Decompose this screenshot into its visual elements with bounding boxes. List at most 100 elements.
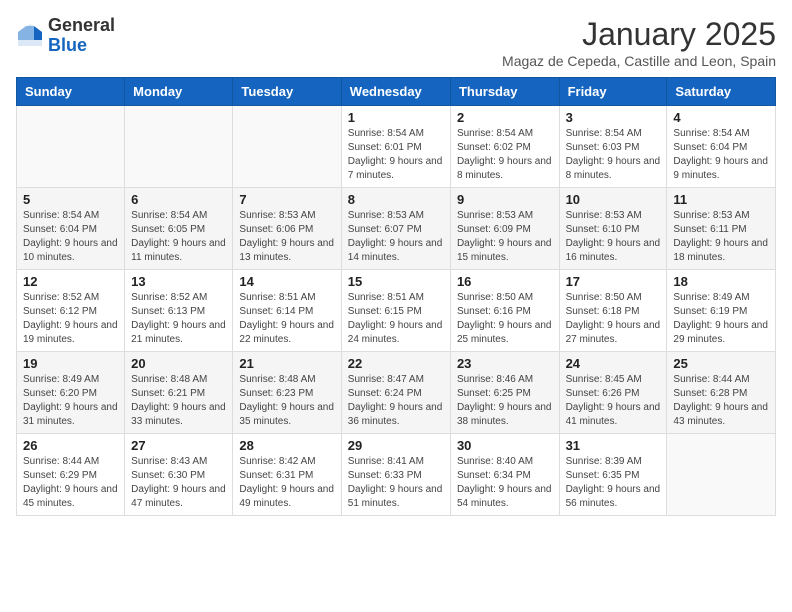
logo-general: General bbox=[48, 15, 115, 35]
day-number: 5 bbox=[23, 192, 118, 207]
calendar-cell: 16 Sunrise: 8:50 AM Sunset: 6:16 PM Dayli… bbox=[450, 270, 559, 352]
day-info: Sunrise: 8:53 AM Sunset: 6:06 PM Dayligh… bbox=[239, 209, 334, 265]
calendar-header-row: SundayMondayTuesdayWednesdayThursdayFrid… bbox=[17, 78, 776, 106]
calendar-cell: 10 Sunrise: 8:53 AM Sunset: 6:10 PM Dayli… bbox=[559, 188, 667, 270]
day-info: Sunrise: 8:42 AM Sunset: 6:31 PM Dayligh… bbox=[239, 455, 334, 511]
calendar-week-1: 1 Sunrise: 8:54 AM Sunset: 6:01 PM Daylig… bbox=[17, 106, 776, 188]
calendar-cell: 5 Sunrise: 8:54 AM Sunset: 6:04 PM Daylig… bbox=[17, 188, 125, 270]
day-info: Sunrise: 8:53 AM Sunset: 6:10 PM Dayligh… bbox=[566, 209, 661, 265]
day-number: 19 bbox=[23, 356, 118, 371]
calendar-week-5: 26 Sunrise: 8:44 AM Sunset: 6:29 PM Dayli… bbox=[17, 434, 776, 516]
day-info: Sunrise: 8:44 AM Sunset: 6:29 PM Dayligh… bbox=[23, 455, 118, 511]
day-header-monday: Monday bbox=[125, 78, 233, 106]
calendar-cell: 3 Sunrise: 8:54 AM Sunset: 6:03 PM Daylig… bbox=[559, 106, 667, 188]
logo-blue: Blue bbox=[48, 35, 87, 55]
day-number: 17 bbox=[566, 274, 661, 289]
calendar-cell: 4 Sunrise: 8:54 AM Sunset: 6:04 PM Daylig… bbox=[667, 106, 776, 188]
logo-text: General Blue bbox=[48, 16, 115, 56]
calendar-week-4: 19Sunrise: 8:49 AM Sunset: 6:20 PM Dayli… bbox=[17, 352, 776, 434]
calendar-cell bbox=[233, 106, 341, 188]
day-number: 9 bbox=[457, 192, 553, 207]
day-info: Sunrise: 8:50 AM Sunset: 6:16 PM Dayligh… bbox=[457, 291, 553, 347]
day-number: 8 bbox=[348, 192, 444, 207]
day-number: 27 bbox=[131, 438, 226, 453]
day-number: 14 bbox=[239, 274, 334, 289]
day-number: 10 bbox=[566, 192, 661, 207]
day-header-tuesday: Tuesday bbox=[233, 78, 341, 106]
day-info: Sunrise: 8:49 AM Sunset: 6:19 PM Dayligh… bbox=[673, 291, 769, 347]
day-info: Sunrise: 8:54 AM Sunset: 6:03 PM Dayligh… bbox=[566, 127, 661, 183]
calendar-cell bbox=[125, 106, 233, 188]
day-number: 2 bbox=[457, 110, 553, 125]
day-number: 12 bbox=[23, 274, 118, 289]
day-info: Sunrise: 8:45 AM Sunset: 6:26 PM Dayligh… bbox=[566, 373, 661, 429]
calendar-week-2: 5 Sunrise: 8:54 AM Sunset: 6:04 PM Daylig… bbox=[17, 188, 776, 270]
calendar-cell: 30Sunrise: 8:40 AM Sunset: 6:34 PM Dayli… bbox=[450, 434, 559, 516]
day-info: Sunrise: 8:51 AM Sunset: 6:15 PM Dayligh… bbox=[348, 291, 444, 347]
day-info: Sunrise: 8:46 AM Sunset: 6:25 PM Dayligh… bbox=[457, 373, 553, 429]
calendar-cell: 6 Sunrise: 8:54 AM Sunset: 6:05 PM Daylig… bbox=[125, 188, 233, 270]
day-number: 13 bbox=[131, 274, 226, 289]
day-number: 3 bbox=[566, 110, 661, 125]
day-info: Sunrise: 8:52 AM Sunset: 6:13 PM Dayligh… bbox=[131, 291, 226, 347]
calendar-cell: 29Sunrise: 8:41 AM Sunset: 6:33 PM Dayli… bbox=[341, 434, 450, 516]
day-number: 20 bbox=[131, 356, 226, 371]
day-info: Sunrise: 8:48 AM Sunset: 6:23 PM Dayligh… bbox=[239, 373, 334, 429]
day-info: Sunrise: 8:47 AM Sunset: 6:24 PM Dayligh… bbox=[348, 373, 444, 429]
day-info: Sunrise: 8:54 AM Sunset: 6:02 PM Dayligh… bbox=[457, 127, 553, 183]
calendar-cell: 14 Sunrise: 8:51 AM Sunset: 6:14 PM Dayli… bbox=[233, 270, 341, 352]
day-header-wednesday: Wednesday bbox=[341, 78, 450, 106]
day-number: 11 bbox=[673, 192, 769, 207]
day-info: Sunrise: 8:54 AM Sunset: 6:01 PM Dayligh… bbox=[348, 127, 444, 183]
day-number: 16 bbox=[457, 274, 553, 289]
page-header: General Blue January 2025 Magaz de Ceped… bbox=[16, 16, 776, 69]
day-number: 22 bbox=[348, 356, 444, 371]
day-info: Sunrise: 8:53 AM Sunset: 6:09 PM Dayligh… bbox=[457, 209, 553, 265]
day-info: Sunrise: 8:53 AM Sunset: 6:07 PM Dayligh… bbox=[348, 209, 444, 265]
day-number: 31 bbox=[566, 438, 661, 453]
day-number: 21 bbox=[239, 356, 334, 371]
day-header-thursday: Thursday bbox=[450, 78, 559, 106]
day-info: Sunrise: 8:43 AM Sunset: 6:30 PM Dayligh… bbox=[131, 455, 226, 511]
day-info: Sunrise: 8:48 AM Sunset: 6:21 PM Dayligh… bbox=[131, 373, 226, 429]
day-number: 29 bbox=[348, 438, 444, 453]
day-number: 30 bbox=[457, 438, 553, 453]
day-number: 4 bbox=[673, 110, 769, 125]
day-number: 1 bbox=[348, 110, 444, 125]
calendar-cell: 13 Sunrise: 8:52 AM Sunset: 6:13 PM Dayli… bbox=[125, 270, 233, 352]
calendar-cell: 2 Sunrise: 8:54 AM Sunset: 6:02 PM Daylig… bbox=[450, 106, 559, 188]
day-info: Sunrise: 8:39 AM Sunset: 6:35 PM Dayligh… bbox=[566, 455, 661, 511]
calendar-week-3: 12Sunrise: 8:52 AM Sunset: 6:12 PM Dayli… bbox=[17, 270, 776, 352]
calendar-cell: 18 Sunrise: 8:49 AM Sunset: 6:19 PM Dayli… bbox=[667, 270, 776, 352]
day-info: Sunrise: 8:54 AM Sunset: 6:04 PM Dayligh… bbox=[673, 127, 769, 183]
calendar-cell bbox=[667, 434, 776, 516]
day-info: Sunrise: 8:53 AM Sunset: 6:11 PM Dayligh… bbox=[673, 209, 769, 265]
title-block: January 2025 Magaz de Cepeda, Castille a… bbox=[502, 16, 776, 69]
calendar-table: SundayMondayTuesdayWednesdayThursdayFrid… bbox=[16, 77, 776, 516]
day-info: Sunrise: 8:54 AM Sunset: 6:04 PM Dayligh… bbox=[23, 209, 118, 265]
day-header-sunday: Sunday bbox=[17, 78, 125, 106]
calendar-cell: 27 Sunrise: 8:43 AM Sunset: 6:30 PM Dayli… bbox=[125, 434, 233, 516]
day-info: Sunrise: 8:51 AM Sunset: 6:14 PM Dayligh… bbox=[239, 291, 334, 347]
calendar-cell: 9 Sunrise: 8:53 AM Sunset: 6:09 PM Daylig… bbox=[450, 188, 559, 270]
calendar-cell: 15 Sunrise: 8:51 AM Sunset: 6:15 PM Dayli… bbox=[341, 270, 450, 352]
location-subtitle: Magaz de Cepeda, Castille and Leon, Spai… bbox=[502, 53, 776, 69]
day-number: 24 bbox=[566, 356, 661, 371]
day-number: 23 bbox=[457, 356, 553, 371]
calendar-cell: 8 Sunrise: 8:53 AM Sunset: 6:07 PM Daylig… bbox=[341, 188, 450, 270]
day-number: 26 bbox=[23, 438, 118, 453]
calendar-cell: 21 Sunrise: 8:48 AM Sunset: 6:23 PM Dayli… bbox=[233, 352, 341, 434]
day-header-saturday: Saturday bbox=[667, 78, 776, 106]
calendar-cell: 26 Sunrise: 8:44 AM Sunset: 6:29 PM Dayli… bbox=[17, 434, 125, 516]
calendar-cell: 22 Sunrise: 8:47 AM Sunset: 6:24 PM Dayli… bbox=[341, 352, 450, 434]
day-info: Sunrise: 8:54 AM Sunset: 6:05 PM Dayligh… bbox=[131, 209, 226, 265]
day-number: 28 bbox=[239, 438, 334, 453]
day-number: 6 bbox=[131, 192, 226, 207]
calendar-cell bbox=[17, 106, 125, 188]
calendar-cell: 23 Sunrise: 8:46 AM Sunset: 6:25 PM Dayli… bbox=[450, 352, 559, 434]
calendar-cell: 12Sunrise: 8:52 AM Sunset: 6:12 PM Dayli… bbox=[17, 270, 125, 352]
calendar-cell: 20 Sunrise: 8:48 AM Sunset: 6:21 PM Dayli… bbox=[125, 352, 233, 434]
day-number: 15 bbox=[348, 274, 444, 289]
logo-icon bbox=[16, 22, 44, 50]
day-number: 18 bbox=[673, 274, 769, 289]
